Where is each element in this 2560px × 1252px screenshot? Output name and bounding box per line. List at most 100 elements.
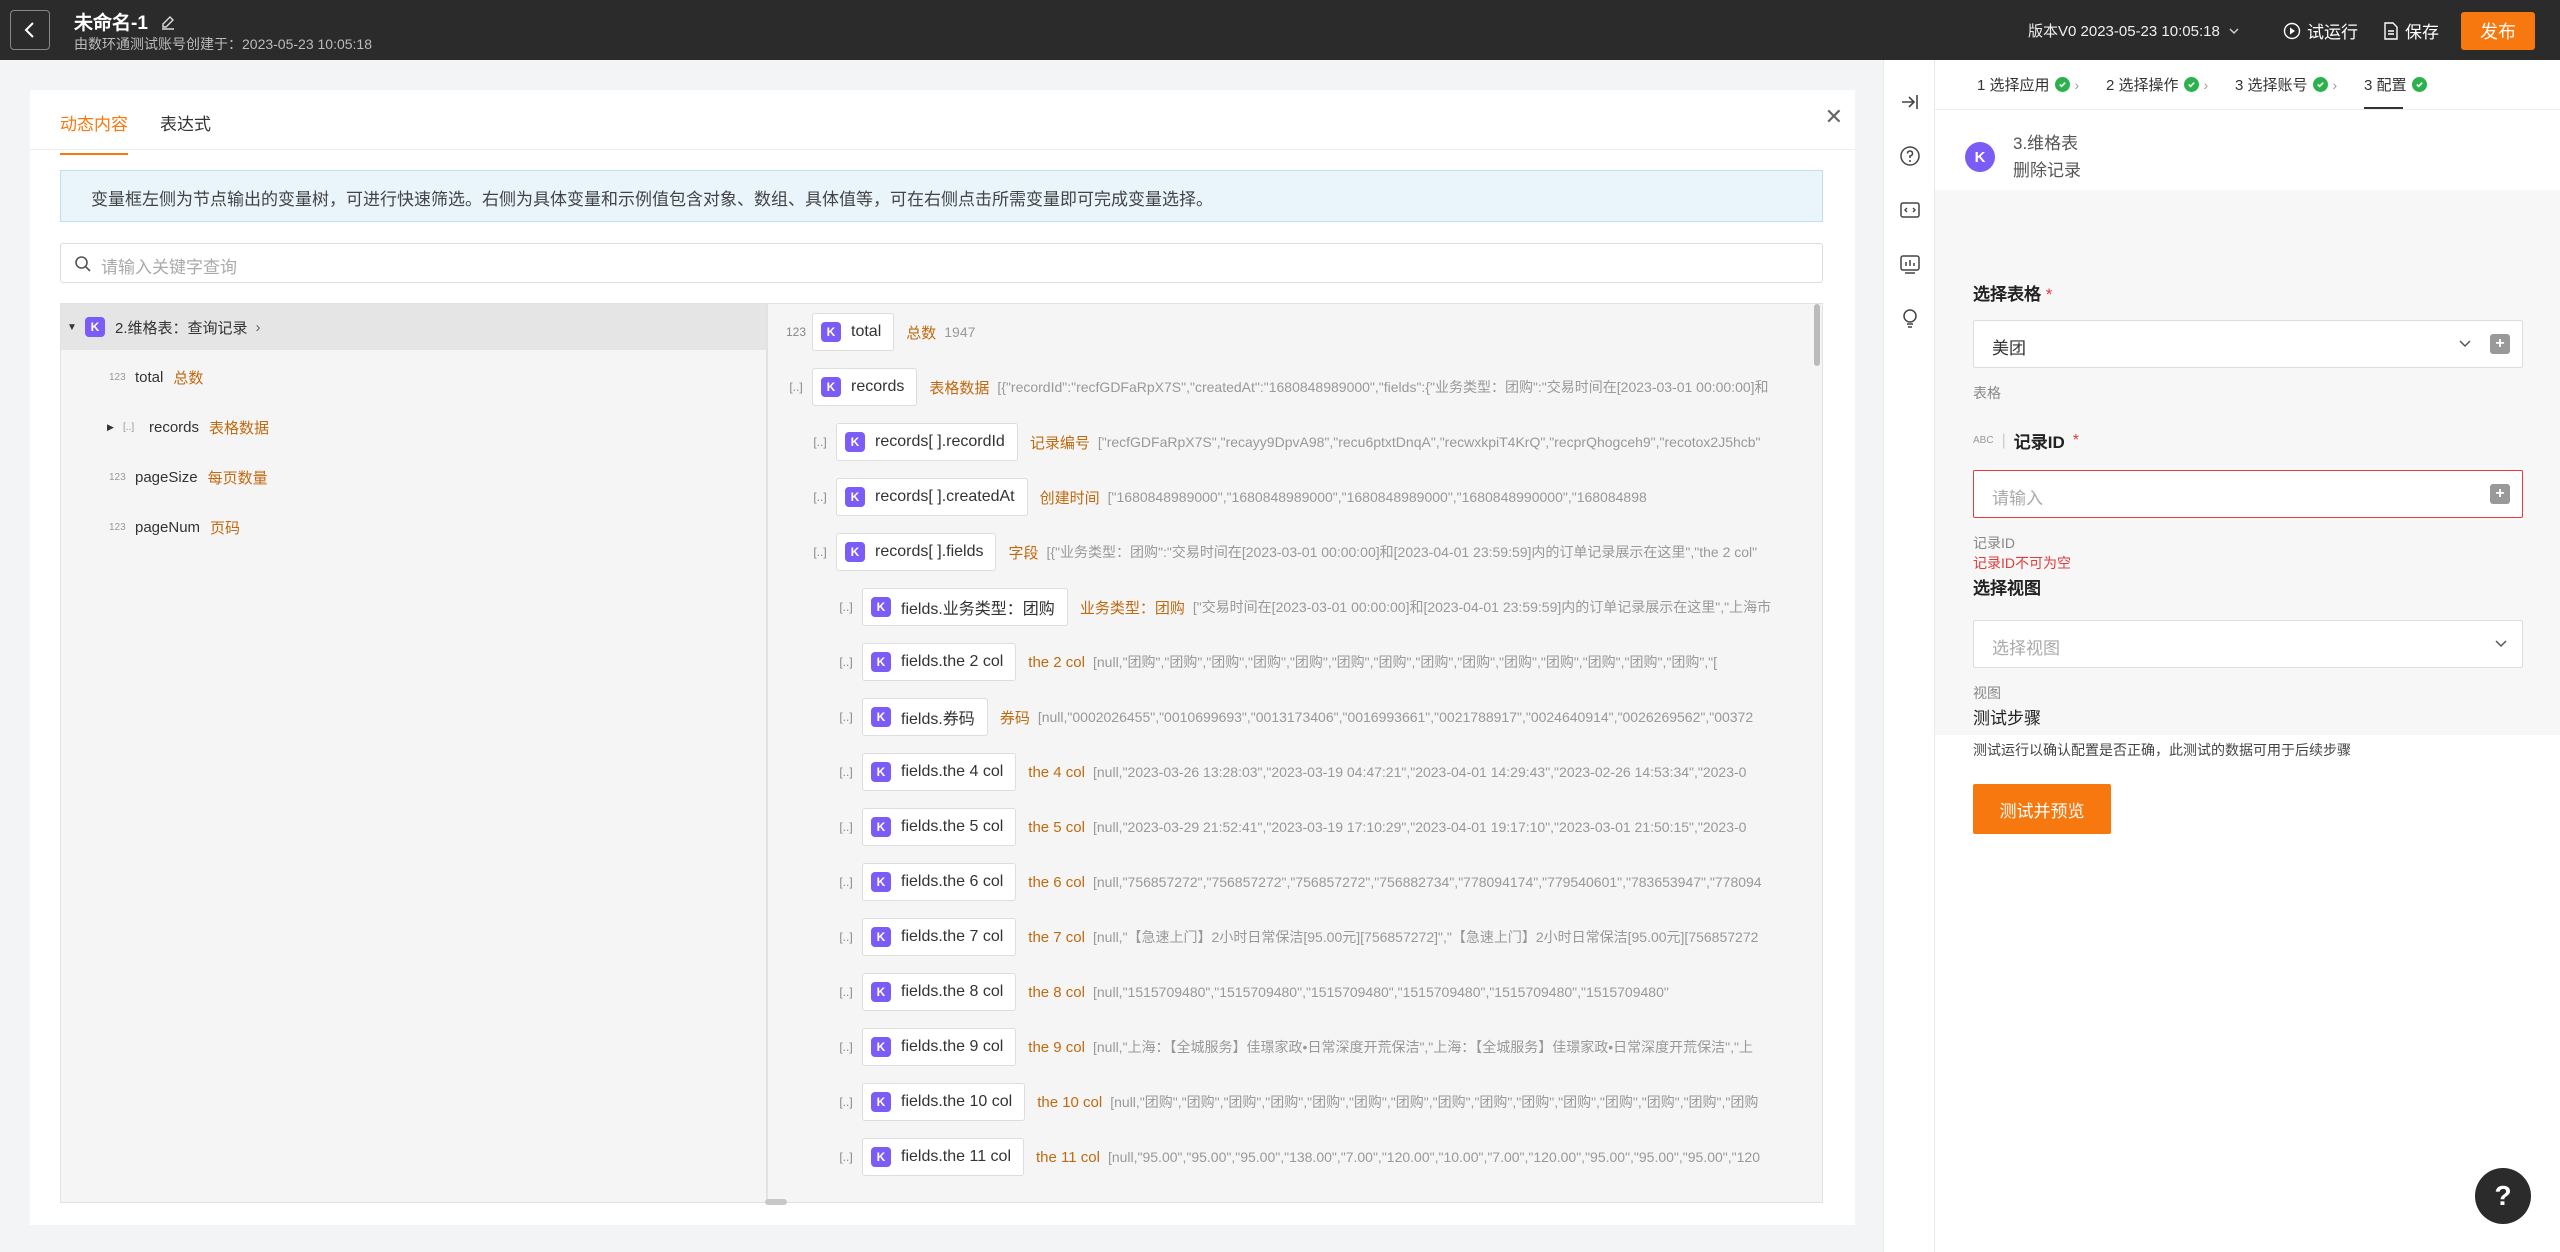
variable-tree: ▼ K 2.维格表：查询记录 › 123 total 总数 ▶ [..] rec… [60,303,767,1203]
tree-item-pagenum[interactable]: 123 pageNum 页码 [61,504,766,550]
step-select-app[interactable]: 1 选择应用 › [1977,74,2079,95]
variable-chip[interactable]: Krecords[ ].createdAt [836,478,1028,516]
variable-row[interactable]: [..] Kfields.the 2 col the 2 col [null,"团购"… [830,642,1717,682]
version-selector[interactable]: 版本V0 2023-05-23 10:05:18 [2028,20,2240,41]
variable-row[interactable]: 123 Ktotal 总数 1947 [780,312,975,352]
variable-picker-modal: 动态内容 表达式 ✕ 变量框左侧为节点输出的变量树，可进行快速筛选。右侧为具体变… [30,90,1855,1225]
variable-row[interactable]: [..] Krecords[ ].fields 字段 [{"业务类型：团购":"交易时… [804,532,1757,572]
document-icon [2384,21,2398,40]
variable-row[interactable]: [..] Kfields.the 9 col the 9 col [null,"上海：… [830,1027,1753,1067]
collapse-panel-icon[interactable] [1898,90,1922,114]
variable-chip[interactable]: Kfields.the 10 col [862,1083,1026,1121]
logs-icon[interactable] [1898,252,1922,276]
array-type-icon: [..] [839,1150,853,1164]
tree-item-label: total [135,368,164,386]
test-step-description: 测试运行以确认配置是否正确，此测试的数据可用于后续步骤 [1973,742,2351,758]
variable-chip[interactable]: Kfields.the 9 col [862,1028,1017,1066]
variable-sample-value: ["recfGDFaRpX7S","recayy9DpvA98","recu6p… [1097,434,1761,450]
step-select-operation[interactable]: 2 选择操作 › [2106,74,2208,95]
close-icon[interactable]: ✕ [1825,104,1843,130]
record-id-error: 记录ID不可为空 [1973,555,2071,571]
variable-label: records[ ].fields [875,543,984,560]
variable-cn-name: the 6 col [1028,873,1085,891]
tree-node-root[interactable]: ▼ K 2.维格表：查询记录 › [61,304,766,350]
tree-item-records[interactable]: ▶ [..] records 表格数据 [61,404,766,450]
tree-item-total[interactable]: 123 total 总数 [61,354,766,400]
chevron-down-icon [2229,27,2239,34]
variable-row[interactable]: [..] Kfields.the 10 col the 10 col [null,"团… [830,1082,1758,1122]
help-circle-icon[interactable] [1898,144,1922,168]
tree-item-cn: 页码 [210,519,241,537]
variable-sample-value: [{"recordId":"recfGDFaRpX7S","createdAt"… [997,379,1769,395]
variable-row[interactable]: [..] Kfields.the 11 col the 11 col [null,"9… [830,1137,1760,1177]
search-placeholder: 请输入关键字查询 [101,258,237,277]
record-id-input[interactable]: 请输入 + [1973,470,2523,518]
variable-row[interactable]: [..] Krecords 表格数据 [{"recordId":"recfGDFaRp… [780,367,1769,407]
publish-button[interactable]: 发布 [2461,12,2535,50]
tab-expression[interactable]: 表达式 [160,110,211,135]
variable-chip[interactable]: Krecords[ ].recordId [836,423,1018,461]
help-chat-button[interactable]: ? [2475,1168,2531,1224]
edit-icon[interactable] [160,14,176,30]
variable-chip[interactable]: Kfields.the 4 col [862,753,1017,791]
view-select[interactable]: 选择视图 [1973,620,2523,668]
top-bar: 未命名-1 由数环通测试账号创建于：2023-05-23 10:05:18 版本… [0,0,2560,60]
variable-chip[interactable]: Kfields.the 2 col [862,643,1017,681]
chevron-right-icon: › [2203,76,2209,93]
variable-label: records[ ].recordId [875,433,1005,450]
step-configure[interactable]: 3 配置 [2364,74,2427,109]
variable-row[interactable]: [..] Kfields.业务类型：团购 业务类型：团购 ["交易时间在[2023-0… [830,587,1771,627]
record-id-label: ABC | 记录ID * [1973,428,2079,453]
lightbulb-icon[interactable] [1898,306,1922,330]
variable-chip[interactable]: Kfields.the 5 col [862,808,1017,846]
variable-chip[interactable]: Krecords [812,368,918,406]
variable-chip[interactable]: Kfields.the 7 col [862,918,1017,956]
variable-chip[interactable]: Krecords[ ].fields [836,533,997,571]
vertical-scrollbar[interactable] [1814,304,1820,366]
variable-row[interactable]: [..] Kfields.the 6 col the 6 col [null,"756… [830,862,1762,902]
tree-item-label: records [149,418,200,436]
variable-chip[interactable]: Kfields.业务类型：团购 [862,588,1068,626]
insert-variable-icon[interactable]: + [2490,334,2510,354]
variable-sample-value: [null,"95.00","95.00","95.00","138.00","… [1107,1149,1760,1165]
array-type-icon: [..] [813,435,827,449]
variable-row[interactable]: [..] Kfields.券码 券码 [null,"0002026455","0010… [830,697,1753,737]
config-form: 选择表格 * 美团 + 表格 ABC | 记录ID * 请输入 + 记录ID 记… [1935,190,2560,735]
chevron-right-icon: › [2074,76,2080,93]
code-icon[interactable] [1898,198,1922,222]
node-title: 3.维格表 [2013,134,2079,153]
search-input[interactable]: 请输入关键字查询 [60,243,1823,283]
test-preview-button[interactable]: 测试并预览 [1973,784,2111,834]
variable-sample-value: [null,"0002026455","0010699693","0013173… [1037,709,1754,725]
variable-row[interactable]: [..] Kfields.the 7 col the 7 col [null,"【急速… [830,917,1758,957]
variable-row[interactable]: [..] Kfields.the 5 col the 5 col [null,"202… [830,807,1746,847]
variable-chip[interactable]: Kfields.券码 [862,698,988,736]
variable-cn-name: the 9 col [1028,1038,1085,1056]
step-select-account[interactable]: 3 选择账号 › [2235,74,2337,95]
vika-app-icon: K [871,1037,891,1057]
variable-cn-name: 总数 [906,324,937,342]
variable-row[interactable]: [..] Kfields.the 4 col the 4 col [null,"202… [830,752,1746,792]
insert-variable-icon[interactable]: + [2490,484,2510,504]
record-id-placeholder: 请输入 [1992,489,2043,508]
variable-chip[interactable]: Kfields.the 8 col [862,973,1017,1011]
tree-item-pagesize[interactable]: 123 pageSize 每页数量 [61,454,766,500]
variable-label: fields.the 11 col [901,1148,1011,1165]
divider: | [2001,431,2006,449]
array-type-icon: [..] [813,545,827,559]
variable-sample-value: [null,"上海：【全城服务】佳璟家政•日常深度开荒保洁","上海：【全城服务… [1093,1039,1754,1055]
horizontal-scrollbar[interactable] [765,1199,787,1205]
question-mark-icon: ? [2494,1180,2512,1211]
variable-chip[interactable]: Ktotal [812,313,895,351]
variable-chip[interactable]: Kfields.the 11 col [862,1138,1024,1176]
back-button[interactable] [10,10,50,50]
variable-row[interactable]: [..] Kfields.the 8 col the 8 col [null,"151… [830,972,1669,1012]
variable-row[interactable]: [..] Krecords[ ].createdAt 创建时间 ["168084898… [804,477,1647,517]
save-button[interactable]: 保存 [2383,18,2439,43]
table-select[interactable]: 美团 + [1973,320,2523,368]
tab-dynamic-content[interactable]: 动态内容 [60,110,128,155]
trial-run-button[interactable]: 试运行 [2283,18,2358,43]
variable-chip[interactable]: Kfields.the 6 col [862,863,1017,901]
variable-row[interactable]: [..] Krecords[ ].recordId 记录编号 ["recfGDFaRp… [804,422,1761,462]
vika-app-icon: K [871,1147,891,1167]
